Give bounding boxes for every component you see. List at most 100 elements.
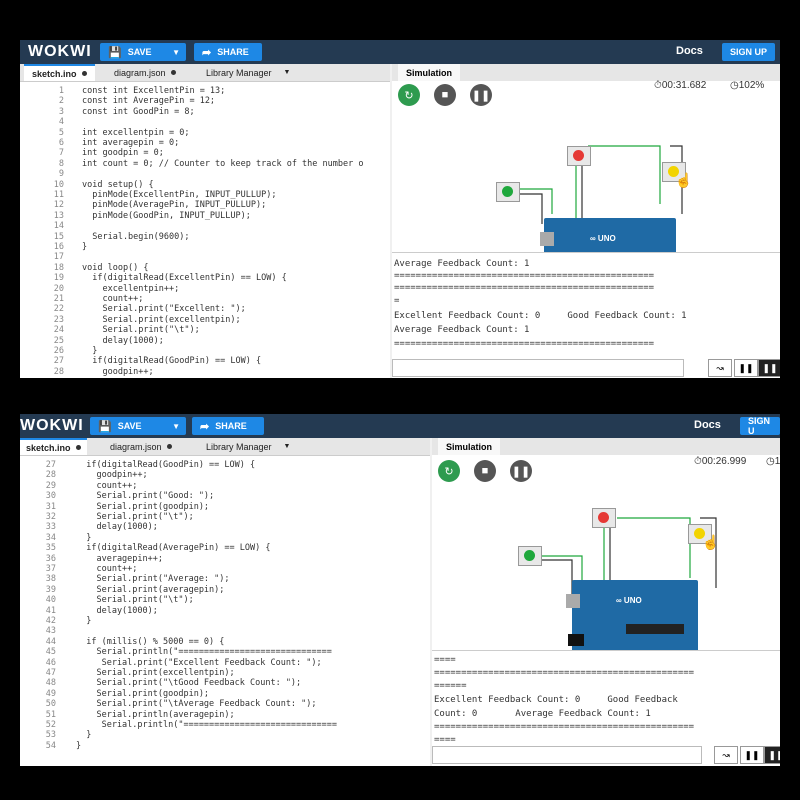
- code-editor[interactable]: 27 if(digitalRead(GoodPin) == LOW) {28 g…: [20, 456, 430, 766]
- code-line: Serial.print("\t");: [82, 325, 200, 336]
- line-number: 40: [45, 595, 56, 606]
- clear-serial-button[interactable]: ❚❚: [758, 359, 780, 377]
- line-number: 18: [53, 262, 64, 273]
- serial-line: ====: [434, 655, 456, 665]
- line-number: 17: [53, 252, 64, 263]
- screenshot-bottom: WOKWI 💾 SAVE ▼ ➦ SHARE Docs SIGN U sketc…: [20, 414, 780, 766]
- simulation-header: Simulation: [392, 64, 780, 81]
- line-number: 38: [45, 574, 56, 585]
- share-button[interactable]: ➦ SHARE: [194, 43, 262, 61]
- chevron-down-icon[interactable]: ▼: [172, 48, 180, 57]
- code-line: const int GoodPin = 8;: [82, 106, 195, 117]
- sim-speed: ◷102%: [730, 80, 765, 91]
- line-number: 41: [45, 605, 56, 616]
- serial-line: =: [394, 296, 400, 306]
- serial-input[interactable]: [392, 359, 684, 377]
- code-line: if(digitalRead(ExcellentPin) == LOW) {: [82, 273, 287, 284]
- line-number: 5: [58, 127, 64, 138]
- modified-dot: [81, 71, 87, 76]
- pushbutton-red[interactable]: [567, 146, 591, 166]
- code-line: if(digitalRead(GoodPin) == LOW) {: [82, 356, 262, 367]
- top-bar: WOKWI 💾 SAVE ▼ ➦ SHARE Docs SIGN UP: [20, 40, 780, 64]
- line-number: 46: [45, 657, 56, 668]
- tab-diagram[interactable]: diagram.json: [110, 438, 172, 455]
- share-icon: ➦: [202, 46, 212, 59]
- line-number: 8: [58, 158, 64, 169]
- line-number: 52: [45, 720, 56, 730]
- sim-timer: ⏱00:26.999: [694, 456, 747, 467]
- serial-line: ========================================…: [434, 722, 695, 732]
- signup-button[interactable]: SIGN U: [740, 416, 780, 436]
- save-button[interactable]: 💾 SAVE ▼: [100, 43, 186, 61]
- code-line: Serial.println("========================…: [76, 647, 332, 658]
- wokwi-logo: WOKWI: [28, 43, 92, 60]
- code-line: Serial.print("\t");: [76, 595, 194, 606]
- code-line: Serial.print("\tAverage Feedback Count: …: [76, 699, 317, 710]
- pushbutton-red[interactable]: [592, 508, 616, 528]
- code-line: Serial.println("========================…: [76, 720, 337, 730]
- serial-line: ========================================…: [434, 668, 695, 678]
- line-number: 32: [45, 512, 56, 522]
- speed-icon: ◷: [766, 456, 775, 467]
- line-number: 6: [58, 138, 64, 148]
- code-editor[interactable]: 1 const int ExcellentPin = 13; 2 const int …: [20, 82, 390, 378]
- code-line: const int AveragePin = 12;: [82, 96, 216, 107]
- green-button-cap: [524, 550, 535, 561]
- line-number: 48: [45, 678, 56, 689]
- power-jack: [568, 634, 584, 646]
- pause-serial-button[interactable]: ❚❚: [740, 746, 764, 764]
- line-number: 10: [53, 179, 64, 190]
- line-number: 42: [45, 616, 56, 626]
- code-line: }: [82, 346, 98, 356]
- pause-serial-button[interactable]: ❚❚: [734, 359, 758, 377]
- line-number: 24: [53, 325, 64, 336]
- line-number: 33: [45, 522, 56, 533]
- save-icon: 💾: [98, 420, 112, 433]
- serial-input[interactable]: [432, 746, 702, 764]
- code-line: }: [76, 616, 92, 626]
- code-line: Serial.print("Excellent Feedback Count: …: [76, 657, 322, 668]
- sim-speed: ◷10: [766, 456, 780, 467]
- code-line: const int ExcellentPin = 13;: [82, 86, 226, 96]
- docs-link[interactable]: Docs: [676, 45, 703, 57]
- screenshot-top: WOKWI 💾 SAVE ▼ ➦ SHARE Docs SIGN UP sket…: [20, 40, 780, 378]
- tab-diagram[interactable]: diagram.json: [114, 64, 176, 81]
- serial-line: Excellent Feedback Count: 0 Good Feedbac…: [434, 695, 678, 705]
- clear-serial-button[interactable]: ❚❚: [764, 746, 780, 764]
- line-number: 27: [53, 356, 64, 367]
- share-button[interactable]: ➦ SHARE: [192, 417, 264, 435]
- line-number: 1: [58, 86, 64, 96]
- arduino-uno-board: ∞ UNO: [566, 580, 698, 652]
- simulation-panel: Simulation ↻ ■ ❚❚ ⏱00:26.999 ◷10 ☝ ∞ UNO: [432, 438, 780, 766]
- tab-sketch[interactable]: sketch.ino: [20, 438, 87, 455]
- line-number: 15: [53, 231, 64, 242]
- plot-button[interactable]: ↝: [714, 746, 738, 764]
- code-line: excellentpin++;: [82, 283, 180, 294]
- chevron-down-icon[interactable]: ▼: [172, 422, 180, 431]
- line-number: 49: [45, 688, 56, 699]
- pushbutton-green[interactable]: [518, 546, 542, 566]
- code-line: void loop() {: [82, 262, 149, 273]
- line-number: 7: [58, 148, 64, 159]
- docs-link[interactable]: Docs: [694, 419, 721, 431]
- line-number: 31: [45, 501, 56, 512]
- plot-button[interactable]: ↝: [708, 359, 732, 377]
- modified-dot: [170, 70, 176, 75]
- line-number: 47: [45, 668, 56, 678]
- tab-sketch[interactable]: sketch.ino: [24, 64, 95, 81]
- tab-simulation[interactable]: Simulation: [438, 438, 501, 455]
- tab-library-manager[interactable]: Library Manager ▼: [206, 64, 290, 81]
- code-line: Serial.begin(9600);: [82, 231, 190, 242]
- tab-simulation[interactable]: Simulation: [398, 64, 461, 81]
- code-line: pinMode(AveragePin, INPUT_PULLUP);: [82, 200, 267, 211]
- signup-button[interactable]: SIGN UP: [722, 43, 776, 61]
- code-line: goodpin++;: [82, 366, 154, 377]
- chevron-down-icon: ▼: [283, 69, 291, 76]
- tab-library-manager[interactable]: Library Manager ▼: [206, 438, 290, 455]
- code-line: Serial.println(averagepin);: [76, 709, 235, 720]
- save-button[interactable]: 💾 SAVE ▼: [90, 417, 186, 435]
- code-line: if(digitalRead(AveragePin) == LOW) {: [76, 543, 271, 554]
- serial-line: Count: 0 Average Feedback Count: 1: [434, 709, 651, 719]
- code-line: Serial.print("Average: ");: [76, 574, 230, 585]
- pushbutton-green[interactable]: [496, 182, 520, 202]
